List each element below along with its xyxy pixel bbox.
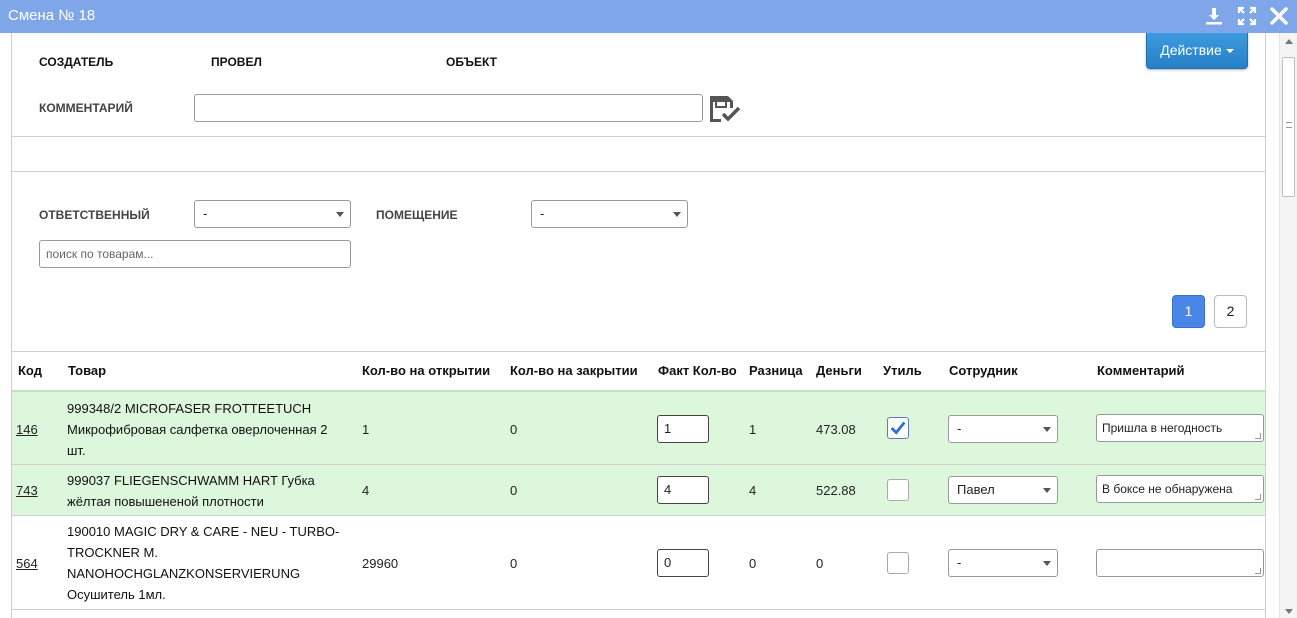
row-employee-select[interactable]: - bbox=[948, 415, 1058, 443]
row-comment-value: Пришла в негодность bbox=[1102, 421, 1223, 435]
responsible-select[interactable]: - bbox=[194, 200, 351, 228]
row-money: 522.88 bbox=[816, 483, 856, 498]
product-search-input[interactable]: поиск по товарам... bbox=[39, 240, 351, 268]
row-product: 999348/2 MICROFASER FROTTEETUCH Микрофиб… bbox=[67, 398, 347, 461]
row-product: 190010 MAGIC DRY & CARE - NEU - TURBO- T… bbox=[67, 521, 347, 605]
row-money: 0 bbox=[816, 556, 824, 571]
row-diff: 4 bbox=[749, 483, 757, 498]
action-button-label: Действие bbox=[1160, 42, 1222, 58]
divider bbox=[12, 136, 1265, 137]
row-qty-open: 29960 bbox=[362, 556, 399, 571]
row-comment-value: В боксе не обнаружена bbox=[1102, 482, 1233, 496]
save-check-icon[interactable] bbox=[708, 94, 742, 124]
column-header-fact[interactable]: Факт Кол-во bbox=[658, 363, 737, 378]
product-line: Осушитель 1мл. bbox=[67, 587, 166, 602]
row-employee-value: - bbox=[957, 555, 962, 570]
product-line: жёлтая повышененой плотности bbox=[67, 494, 264, 509]
responsible-label: ОТВЕТСТВЕННЫЙ bbox=[39, 208, 150, 222]
shift-comment-input[interactable] bbox=[194, 94, 703, 122]
divider bbox=[12, 609, 1265, 610]
row-qty-close: 0 bbox=[510, 422, 518, 437]
page-button-2[interactable]: 2 bbox=[1214, 295, 1247, 328]
row-qty-close: 0 bbox=[510, 556, 518, 571]
table-row: 146 999348/2 MICROFASER FROTTEETUCH Микр… bbox=[12, 390, 1265, 464]
column-header-money[interactable]: Деньги bbox=[816, 363, 862, 378]
row-qty-open: 1 bbox=[362, 422, 370, 437]
product-line: 999037 FLIEGENSCHWAMM HART Губка bbox=[67, 473, 315, 488]
column-header-qty-open[interactable]: Кол-во на открытии bbox=[362, 363, 490, 378]
room-label: ПОМЕЩЕНИЕ bbox=[376, 208, 458, 222]
responsible-select-value: - bbox=[203, 206, 208, 221]
room-select-value: - bbox=[540, 206, 545, 221]
row-employee-value: - bbox=[957, 421, 962, 436]
row-fact-input[interactable]: 0 bbox=[657, 549, 709, 577]
chevron-down-icon bbox=[673, 212, 681, 217]
column-header-util[interactable]: Утиль bbox=[883, 363, 922, 378]
scroll-down-icon[interactable] bbox=[1285, 609, 1293, 614]
shift-content: СОЗДАТЕЛЬ ПРОВЕЛ ОБЪЕКТ Действие КОММЕНТ… bbox=[11, 33, 1266, 618]
table-row: 743 999037 FLIEGENSCHWAMM HART Губка жёл… bbox=[12, 464, 1265, 515]
conducted-label: ПРОВЕЛ bbox=[211, 55, 262, 69]
row-employee-value: Павел bbox=[957, 482, 995, 497]
resize-grip-icon[interactable] bbox=[1255, 494, 1261, 500]
chevron-down-icon bbox=[1043, 488, 1051, 493]
chevron-down-icon bbox=[336, 212, 344, 217]
column-header-code[interactable]: Код bbox=[18, 363, 42, 378]
table-row: 564 190010 MAGIC DRY & CARE - NEU - TURB… bbox=[12, 515, 1265, 609]
product-line: 999348/2 MICROFASER FROTTEETUCH bbox=[67, 401, 312, 416]
creator-label: СОЗДАТЕЛЬ bbox=[39, 55, 114, 69]
page-button-1[interactable]: 1 bbox=[1172, 295, 1205, 328]
checkmark-icon bbox=[890, 421, 906, 435]
row-comment-textarea[interactable]: Пришла в негодность bbox=[1096, 414, 1264, 442]
divider bbox=[12, 351, 1265, 352]
row-qty-close: 0 bbox=[510, 483, 518, 498]
row-qty-open: 4 bbox=[362, 483, 370, 498]
row-product: 999037 FLIEGENSCHWAMM HART Губка жёлтая … bbox=[67, 470, 347, 512]
maximize-icon[interactable] bbox=[1236, 5, 1258, 27]
row-money: 473.08 bbox=[816, 422, 856, 437]
row-diff: 1 bbox=[749, 422, 757, 437]
row-code-link[interactable]: 743 bbox=[16, 483, 38, 498]
row-util-checkbox[interactable] bbox=[887, 479, 909, 501]
room-select[interactable]: - bbox=[531, 200, 688, 228]
divider bbox=[12, 171, 1265, 172]
grip-icon bbox=[1286, 122, 1292, 128]
action-dropdown-button[interactable]: Действие bbox=[1146, 33, 1248, 69]
column-header-comment[interactable]: Комментарий bbox=[1097, 363, 1185, 378]
vertical-scrollbar[interactable] bbox=[1279, 33, 1297, 618]
chevron-down-icon bbox=[1043, 561, 1051, 566]
chevron-down-icon bbox=[1043, 427, 1051, 432]
object-label: ОБЪЕКТ bbox=[446, 55, 497, 69]
download-icon[interactable] bbox=[1203, 5, 1225, 27]
resize-grip-icon[interactable] bbox=[1255, 568, 1261, 574]
row-comment-textarea[interactable] bbox=[1096, 549, 1264, 577]
window-titlebar: Смена № 18 bbox=[0, 0, 1297, 33]
scroll-up-icon[interactable] bbox=[1285, 39, 1293, 44]
row-util-checkbox[interactable] bbox=[887, 417, 909, 439]
column-header-employee[interactable]: Сотрудник bbox=[949, 363, 1018, 378]
column-header-product[interactable]: Товар bbox=[68, 363, 106, 378]
row-util-checkbox[interactable] bbox=[887, 552, 909, 574]
row-employee-select[interactable]: Павел bbox=[948, 476, 1058, 504]
row-code-link[interactable]: 564 bbox=[16, 556, 38, 571]
column-header-qty-close[interactable]: Кол-во на закрытии bbox=[510, 363, 638, 378]
row-comment-textarea[interactable]: В боксе не обнаружена bbox=[1096, 475, 1264, 503]
product-line: 190010 MAGIC DRY & CARE - NEU - TURBO- bbox=[67, 524, 340, 539]
product-line: NANOHOCHGLANZKONSERVIERUNG bbox=[67, 566, 301, 581]
comment-label: КОММЕНТАРИЙ bbox=[39, 101, 133, 115]
row-employee-select[interactable]: - bbox=[948, 549, 1058, 577]
caret-down-icon bbox=[1225, 49, 1234, 54]
product-line: TROCKNER M. bbox=[67, 545, 158, 560]
row-diff: 0 bbox=[749, 556, 757, 571]
close-icon[interactable] bbox=[1268, 5, 1290, 27]
resize-grip-icon[interactable] bbox=[1255, 433, 1261, 439]
row-fact-input[interactable]: 1 bbox=[657, 415, 709, 443]
product-line: Микрофибровая салфетка оверлоченная 2 bbox=[67, 422, 328, 437]
row-code-link[interactable]: 146 bbox=[16, 422, 38, 437]
row-fact-input[interactable]: 4 bbox=[657, 476, 709, 504]
product-line: шт. bbox=[67, 443, 86, 458]
window-title: Смена № 18 bbox=[8, 7, 96, 24]
scrollbar-thumb[interactable] bbox=[1282, 57, 1295, 197]
column-header-diff[interactable]: Разница bbox=[749, 363, 803, 378]
